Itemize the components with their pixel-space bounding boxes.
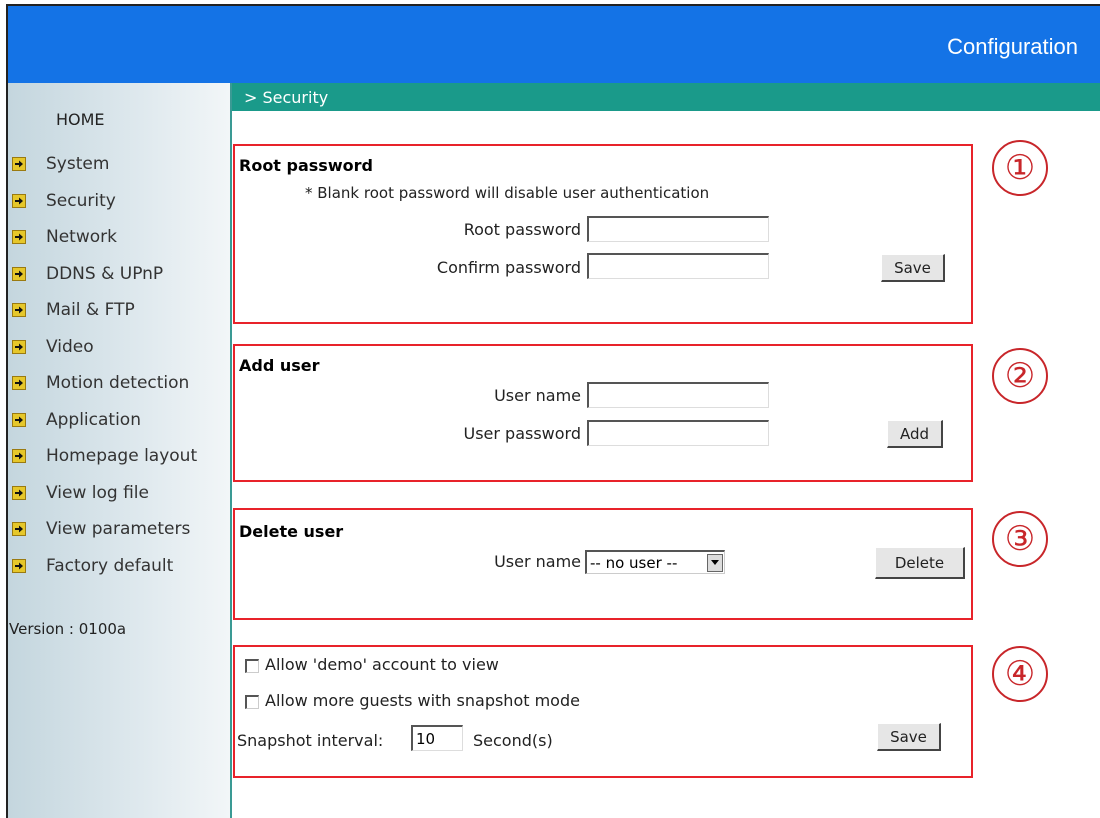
sidebar-divider [230, 83, 232, 818]
user-password-input[interactable] [587, 420, 769, 446]
sidebar-item-motion-detection[interactable]: Motion detection [12, 365, 197, 402]
sidebar-item-label: Network [46, 227, 117, 248]
snapshot-interval-label: Snapshot interval: [237, 731, 384, 750]
root-password-note: * Blank root password will disable user … [305, 184, 710, 202]
root-password-input[interactable] [587, 216, 769, 242]
sidebar-item-label: Homepage layout [46, 446, 198, 467]
save-options-button[interactable]: Save [877, 723, 941, 751]
page-title: Configuration [947, 34, 1078, 59]
sidebar-item-label: Factory default [46, 555, 174, 576]
user-password-label: User password [463, 424, 581, 443]
section-number-4: ④ [992, 646, 1048, 702]
user-name-label: User name [494, 386, 581, 405]
section-number-1: ① [992, 140, 1048, 196]
arrow-right-icon [12, 339, 26, 354]
arrow-right-icon [12, 558, 26, 573]
sidebar-item-view-parameters[interactable]: View parameters [12, 511, 197, 548]
arrow-right-icon [12, 303, 26, 318]
sidebar-item-label: DDNS & UPnP [46, 263, 164, 284]
confirm-password-label: Confirm password [436, 258, 581, 277]
delete-user-section: Delete user User name -- no user -- Dele… [233, 508, 973, 620]
sidebar-item-label: System [46, 154, 110, 175]
snapshot-interval-unit: Second(s) [473, 731, 553, 750]
sidebar-item-factory-default[interactable]: Factory default [12, 548, 197, 585]
breadcrumb-bar: > Security [232, 83, 1100, 111]
sidebar-home-link[interactable]: HOME [56, 110, 105, 129]
sidebar-item-label: Motion detection [46, 373, 190, 394]
breadcrumb: > Security [244, 88, 329, 107]
guest-options-section: Allow 'demo' account to view Allow more … [233, 645, 973, 778]
section-number-3: ③ [992, 511, 1048, 567]
sidebar-item-ddns-upnp[interactable]: DDNS & UPnP [12, 256, 197, 293]
sidebar-item-application[interactable]: Application [12, 402, 197, 439]
sidebar-item-homepage-layout[interactable]: Homepage layout [12, 438, 197, 475]
delete-user-button[interactable]: Delete [875, 547, 965, 579]
chevron-down-icon[interactable] [707, 553, 723, 572]
allow-demo-label: Allow 'demo' account to view [265, 655, 499, 674]
arrow-right-icon [12, 485, 26, 500]
arrow-right-icon [12, 449, 26, 464]
sidebar-item-label: View log file [46, 482, 149, 503]
sidebar-item-mail-ftp[interactable]: Mail & FTP [12, 292, 197, 329]
confirm-password-input[interactable] [587, 253, 769, 279]
arrow-right-icon [12, 522, 26, 537]
section-number-2: ② [992, 348, 1048, 404]
snapshot-interval-input[interactable] [411, 725, 463, 751]
sidebar-item-system[interactable]: System [12, 146, 197, 183]
add-user-section: Add user User name User password Add [233, 344, 973, 482]
user-select-value: -- no user -- [590, 553, 678, 572]
delete-user-name-label: User name [494, 552, 581, 571]
add-user-button[interactable]: Add [887, 420, 943, 448]
sidebar-item-security[interactable]: Security [12, 183, 197, 220]
root-password-section: Root password * Blank root password will… [233, 144, 973, 324]
arrow-right-icon [12, 412, 26, 427]
sidebar-menu: System Security Network DDNS & UPnP Mail… [12, 146, 197, 584]
arrow-right-icon [12, 157, 26, 172]
sidebar-item-video[interactable]: Video [12, 329, 197, 366]
save-root-password-button[interactable]: Save [881, 254, 945, 282]
sidebar-item-label: Mail & FTP [46, 300, 135, 321]
sidebar-item-label: Security [46, 190, 116, 211]
sidebar-item-label: Application [46, 409, 141, 430]
section-title: Delete user [239, 522, 344, 541]
sidebar-item-label: Video [46, 336, 94, 357]
arrow-right-icon [12, 376, 26, 391]
user-name-input[interactable] [587, 382, 769, 408]
section-title: Add user [239, 356, 320, 375]
version-text: Version : 0100a [9, 620, 127, 638]
allow-demo-checkbox[interactable] [245, 659, 259, 673]
arrow-right-icon [12, 193, 26, 208]
allow-guests-checkbox[interactable] [245, 695, 259, 709]
arrow-right-icon [12, 230, 26, 245]
section-title: Root password [239, 156, 373, 175]
sidebar-item-network[interactable]: Network [12, 219, 197, 256]
allow-guests-label: Allow more guests with snapshot mode [265, 691, 580, 710]
arrow-right-icon [12, 266, 26, 281]
header-bar: Configuration [8, 6, 1100, 83]
user-select[interactable]: -- no user -- [585, 550, 725, 574]
sidebar-item-label: View parameters [46, 519, 191, 540]
sidebar-item-view-log-file[interactable]: View log file [12, 475, 197, 512]
root-password-label: Root password [463, 220, 581, 239]
